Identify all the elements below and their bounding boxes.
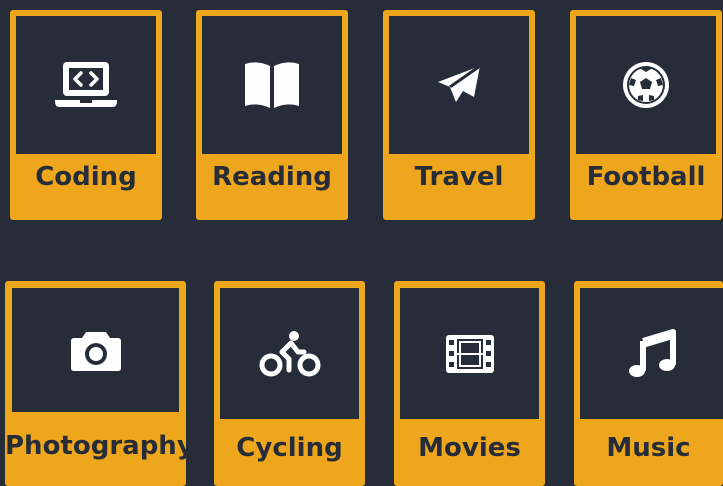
hobby-label: Travel <box>414 162 504 192</box>
hobby-label: Coding <box>35 162 137 192</box>
hobby-label: Football <box>586 162 706 192</box>
soccer-ball-icon <box>621 60 671 110</box>
hobby-label: Cycling <box>236 433 343 463</box>
hobby-card-music[interactable]: Music <box>574 281 723 486</box>
laptop-code-icon <box>54 60 118 110</box>
cyclist-icon <box>258 330 322 378</box>
hobby-card-movies[interactable]: Movies <box>394 281 545 486</box>
hobby-card-football[interactable]: Football <box>570 10 722 220</box>
film-icon <box>445 334 495 374</box>
hobby-label: Movies <box>418 433 521 463</box>
book-open-icon <box>243 60 301 110</box>
hobby-card-travel[interactable]: Travel <box>383 10 535 220</box>
hobby-card-photography[interactable]: Photography <box>5 281 194 486</box>
hobby-card-cycling[interactable]: Cycling <box>214 281 365 486</box>
hobby-label: Reading <box>212 162 332 192</box>
hobby-label: Music <box>606 433 691 463</box>
hobby-card-reading[interactable]: Reading <box>196 10 348 220</box>
hobby-card-coding[interactable]: Coding <box>10 10 162 220</box>
music-note-icon <box>627 328 677 379</box>
hobby-label: Photography <box>5 431 194 461</box>
camera-icon <box>70 328 122 372</box>
paper-plane-icon <box>436 64 482 106</box>
